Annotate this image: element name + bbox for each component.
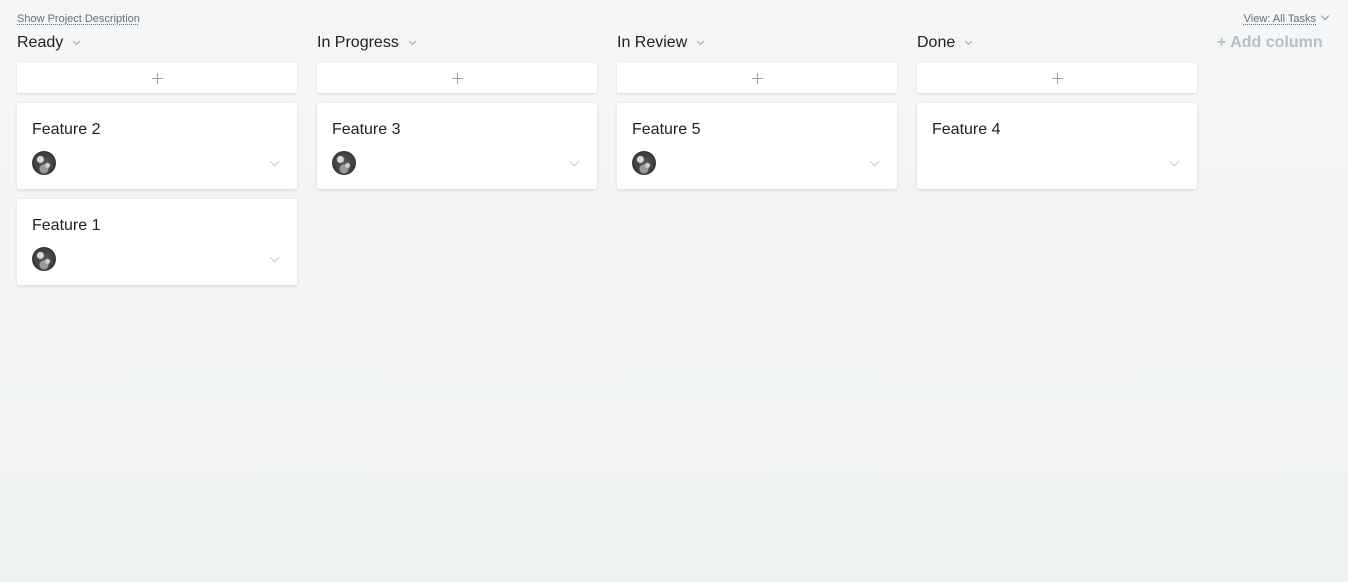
view-filter-dropdown[interactable]: View: All Tasks <box>1243 11 1330 25</box>
task-card-title: Feature 3 <box>332 121 401 138</box>
chevron-down-icon[interactable] <box>269 156 280 167</box>
add-task-button[interactable] <box>917 63 1197 93</box>
chevron-down-icon[interactable] <box>1169 156 1180 167</box>
add-column-button[interactable]: + Add column <box>1217 34 1323 52</box>
board-column-in-progress: In Progress Feature 3 <box>317 32 597 189</box>
add-task-button[interactable] <box>317 63 597 93</box>
assignee-avatar[interactable] <box>32 247 56 271</box>
board-column-in-review: In Review Feature 5 <box>617 32 897 189</box>
board-toolbar: Show Project Description View: All Tasks <box>17 11 1330 27</box>
plus-icon <box>151 72 163 84</box>
column-header[interactable]: In Progress <box>317 32 597 54</box>
column-title: In Progress <box>317 34 399 51</box>
task-card[interactable]: Feature 4 <box>917 103 1197 189</box>
column-title: Ready <box>17 34 64 51</box>
plus-icon <box>751 72 763 84</box>
task-card-title: Feature 5 <box>632 121 701 138</box>
board-column-done: Done Feature 4 <box>917 32 1197 189</box>
task-card-title: Feature 2 <box>32 121 101 138</box>
task-card[interactable]: Feature 5 <box>617 103 897 189</box>
plus-icon <box>1051 72 1063 84</box>
column-header[interactable]: Ready <box>17 32 297 54</box>
task-card[interactable]: Feature 2 <box>17 103 297 189</box>
chevron-down-icon[interactable] <box>569 156 580 167</box>
assignee-avatar[interactable] <box>332 151 356 175</box>
chevron-down-icon[interactable] <box>73 37 81 45</box>
board-column-ready: Ready Feature 2 Feature 1 <box>17 32 297 285</box>
add-task-button[interactable] <box>617 63 897 93</box>
chevron-down-icon[interactable] <box>869 156 880 167</box>
chevron-down-icon[interactable] <box>965 37 973 45</box>
column-header[interactable]: In Review <box>617 32 897 54</box>
add-task-button[interactable] <box>17 63 297 93</box>
column-header[interactable]: Done <box>917 32 1197 54</box>
task-card-title: Feature 1 <box>32 217 101 234</box>
chevron-down-icon[interactable] <box>697 37 705 45</box>
assignee-avatar[interactable] <box>32 151 56 175</box>
chevron-down-icon <box>1320 11 1330 21</box>
plus-icon <box>451 72 463 84</box>
assignee-avatar[interactable] <box>632 151 656 175</box>
column-title: Done <box>917 34 956 51</box>
task-card[interactable]: Feature 1 <box>17 199 297 285</box>
chevron-down-icon[interactable] <box>408 37 416 45</box>
column-title: In Review <box>617 34 688 51</box>
task-card[interactable]: Feature 3 <box>317 103 597 189</box>
view-filter-label: View: All Tasks <box>1243 13 1316 25</box>
show-project-description-link[interactable]: Show Project Description <box>17 13 140 25</box>
task-card-title: Feature 4 <box>932 121 1001 138</box>
chevron-down-icon[interactable] <box>269 252 280 263</box>
